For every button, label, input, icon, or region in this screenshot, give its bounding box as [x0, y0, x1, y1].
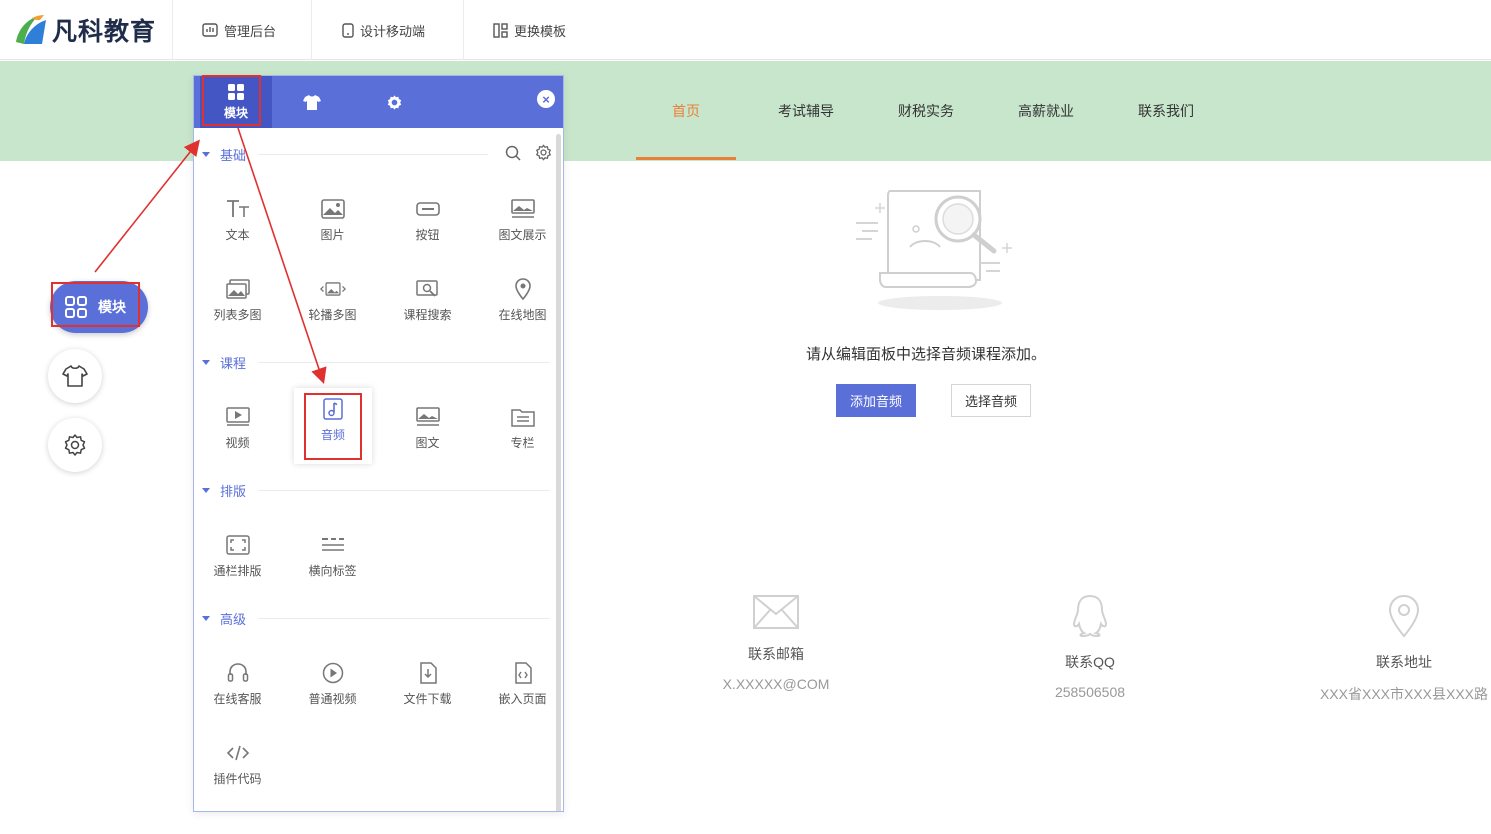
- annotation-arrows: [94, 127, 327, 385]
